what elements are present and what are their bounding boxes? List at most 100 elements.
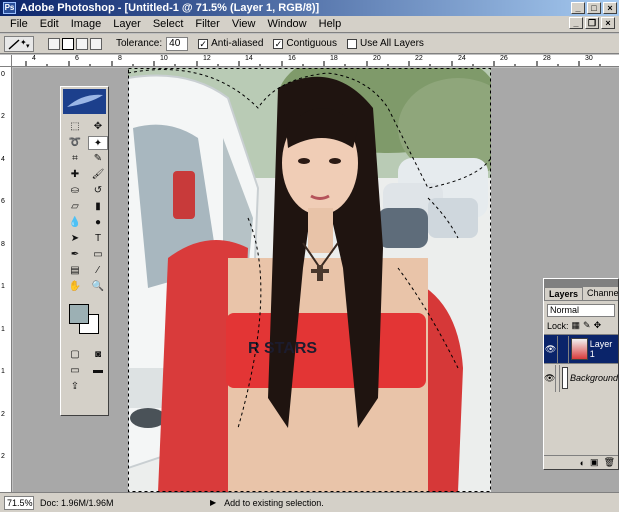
document-size-info[interactable]: Doc: 1.96M/1.96M	[40, 498, 160, 508]
blend-mode-select[interactable]: Normal	[547, 304, 615, 317]
dodge-tool-icon[interactable]: ●	[88, 216, 108, 230]
contiguous-checkbox[interactable]: ✓	[273, 38, 284, 49]
menu-file[interactable]: File	[4, 18, 34, 30]
use-all-layers-label: Use All Layers	[360, 38, 424, 49]
status-message: Add to existing selection.	[224, 497, 324, 508]
svg-text:▾: ▾	[26, 43, 30, 50]
path-selection-tool-icon[interactable]: ➤	[65, 232, 85, 246]
magic-wand-icon: ✦ ▾	[8, 38, 30, 50]
tolerance-input[interactable]: 40	[166, 36, 189, 51]
foreground-color-swatch[interactable]	[69, 304, 89, 324]
ruler-tick-label: 2	[1, 411, 5, 418]
maximize-button[interactable]: □	[587, 2, 601, 14]
close-button[interactable]: ×	[603, 2, 617, 14]
blur-tool-icon[interactable]: 💧	[65, 216, 85, 230]
marquee-tool-icon[interactable]: ⬚	[65, 120, 85, 134]
type-tool-icon[interactable]: T	[88, 232, 108, 246]
ruler-ticks	[25, 61, 601, 66]
lock-position-icon[interactable]: ✥	[594, 320, 602, 331]
status-bar: 71.5% Doc: 1.96M/1.96M ▶ Add to existing…	[0, 492, 619, 512]
subtract-selection-button[interactable]	[76, 37, 88, 50]
document-canvas[interactable]: R STARS	[128, 68, 491, 492]
layer-row[interactable]: 👁 Layer 1	[544, 334, 618, 363]
layer-link-cell[interactable]	[555, 364, 560, 392]
brush-tool-icon[interactable]: 🖌	[88, 168, 108, 182]
new-layer-icon[interactable]: ▣	[590, 457, 599, 468]
ruler-tick-label: 2	[1, 453, 5, 460]
pen-tool-icon[interactable]: ✒	[65, 248, 85, 262]
quick-mask-mode-icon[interactable]: ◙	[88, 348, 108, 362]
intersect-selection-button[interactable]	[90, 37, 102, 50]
ruler-tick-label: 1	[1, 283, 5, 290]
photo-image: R STARS	[128, 68, 491, 492]
lock-image-icon[interactable]: ✎	[583, 320, 591, 331]
doc-close-button[interactable]: ×	[601, 17, 615, 29]
vertical-ruler: 0 2 4 6 8 1 1 1 2 2	[0, 67, 12, 492]
screen-mode-icon[interactable]: ▭	[65, 364, 85, 378]
menu-layer[interactable]: Layer	[107, 18, 147, 30]
menu-edit[interactable]: Edit	[34, 18, 65, 30]
visibility-eye-icon[interactable]: 👁	[544, 373, 555, 384]
layer-link-cell[interactable]	[557, 335, 569, 363]
tool-grid: ⬚ ✥ ➰ ✦ ⌗ ✎ ✚ 🖌 ⛀ ↺ ▱ ▮ 💧 ● ➤ T ✒ ▭ ▤ ⁄ …	[61, 116, 108, 298]
menu-view[interactable]: View	[226, 18, 262, 30]
crop-tool-icon[interactable]: ⌗	[65, 152, 85, 166]
tab-layers[interactable]: Layers	[544, 287, 584, 300]
healing-brush-tool-icon[interactable]: ✚	[65, 168, 85, 182]
new-selection-button[interactable]	[48, 37, 60, 50]
adjustment-layer-icon[interactable]: ◐	[580, 458, 585, 468]
notes-tool-icon[interactable]: ▤	[65, 264, 85, 278]
menu-help[interactable]: Help	[313, 18, 348, 30]
zoom-tool-icon[interactable]: 🔍	[88, 280, 108, 294]
clone-stamp-tool-icon[interactable]: ⛀	[65, 184, 85, 198]
layer-thumbnail	[561, 367, 568, 389]
hand-tool-icon[interactable]: ✋	[65, 280, 85, 294]
lock-row: Lock: ▦ ✎ ✥	[547, 320, 615, 331]
delete-layer-icon[interactable]: 🗑	[604, 457, 615, 468]
doc-minimize-button[interactable]: _	[569, 17, 583, 29]
doc-restore-button[interactable]: ❐	[585, 17, 599, 29]
ruler-tick-label: 1	[1, 368, 5, 375]
ruler-tick-label: 6	[1, 198, 5, 205]
layer-name: Layer 1	[589, 339, 613, 359]
layers-panel-tabs: Layers Channels	[544, 287, 619, 301]
lasso-tool-icon[interactable]: ➰	[65, 136, 85, 150]
mode-grid: ▢ ◙ ▭ ▬ ⇪	[61, 344, 108, 398]
title-bar: Ps Adobe Photoshop - [Untitled-1 @ 71.5%…	[0, 0, 619, 16]
gradient-tool-icon[interactable]: ▮	[88, 200, 108, 214]
menu-select[interactable]: Select	[147, 18, 190, 30]
menu-filter[interactable]: Filter	[189, 18, 225, 30]
add-to-selection-button[interactable]	[62, 37, 74, 50]
use-all-layers-checkbox[interactable]	[347, 38, 357, 49]
full-screen-mode-icon[interactable]: ▬	[88, 364, 108, 378]
standard-mode-icon[interactable]: ▢	[65, 348, 85, 362]
layers-panel-titlebar[interactable]	[544, 279, 618, 287]
jump-to-imageready-icon[interactable]: ⇪	[65, 380, 85, 394]
lock-transparency-icon[interactable]: ▦	[572, 320, 581, 331]
anti-aliased-checkbox[interactable]: ✓	[198, 38, 209, 49]
status-menu-arrow-icon[interactable]: ▶	[210, 498, 216, 507]
options-bar: ✦ ▾ Tolerance: 40 ✓ Anti-aliased ✓ Conti…	[0, 34, 619, 54]
photoshop-app-icon[interactable]: Ps	[3, 2, 16, 14]
shape-tool-icon[interactable]: ▭	[88, 248, 108, 262]
move-tool-icon[interactable]: ✥	[88, 120, 108, 134]
history-brush-tool-icon[interactable]: ↺	[88, 184, 108, 198]
eyedropper-tool-icon[interactable]: ⁄	[88, 264, 108, 278]
contiguous-label: Contiguous	[286, 38, 337, 49]
tab-channels[interactable]: Channels	[583, 287, 619, 300]
tool-preset-picker[interactable]: ✦ ▾	[4, 35, 34, 52]
toolbox-header[interactable]	[63, 89, 106, 114]
color-swatches	[65, 302, 104, 340]
menu-window[interactable]: Window	[262, 18, 313, 30]
slice-tool-icon[interactable]: ✎	[88, 152, 108, 166]
zoom-level-input[interactable]: 71.5%	[4, 495, 34, 510]
layer-row[interactable]: 👁 Background	[544, 363, 618, 392]
ruler-corner[interactable]	[0, 55, 12, 67]
visibility-eye-icon[interactable]: 👁	[544, 344, 557, 355]
window-title: Adobe Photoshop - [Untitled-1 @ 71.5% (L…	[20, 2, 320, 14]
ruler-tick-label: 2	[1, 113, 5, 120]
minimize-button[interactable]: _	[571, 2, 585, 14]
eraser-tool-icon[interactable]: ▱	[65, 200, 85, 214]
magic-wand-tool-icon[interactable]: ✦	[88, 136, 108, 150]
menu-image[interactable]: Image	[65, 18, 108, 30]
